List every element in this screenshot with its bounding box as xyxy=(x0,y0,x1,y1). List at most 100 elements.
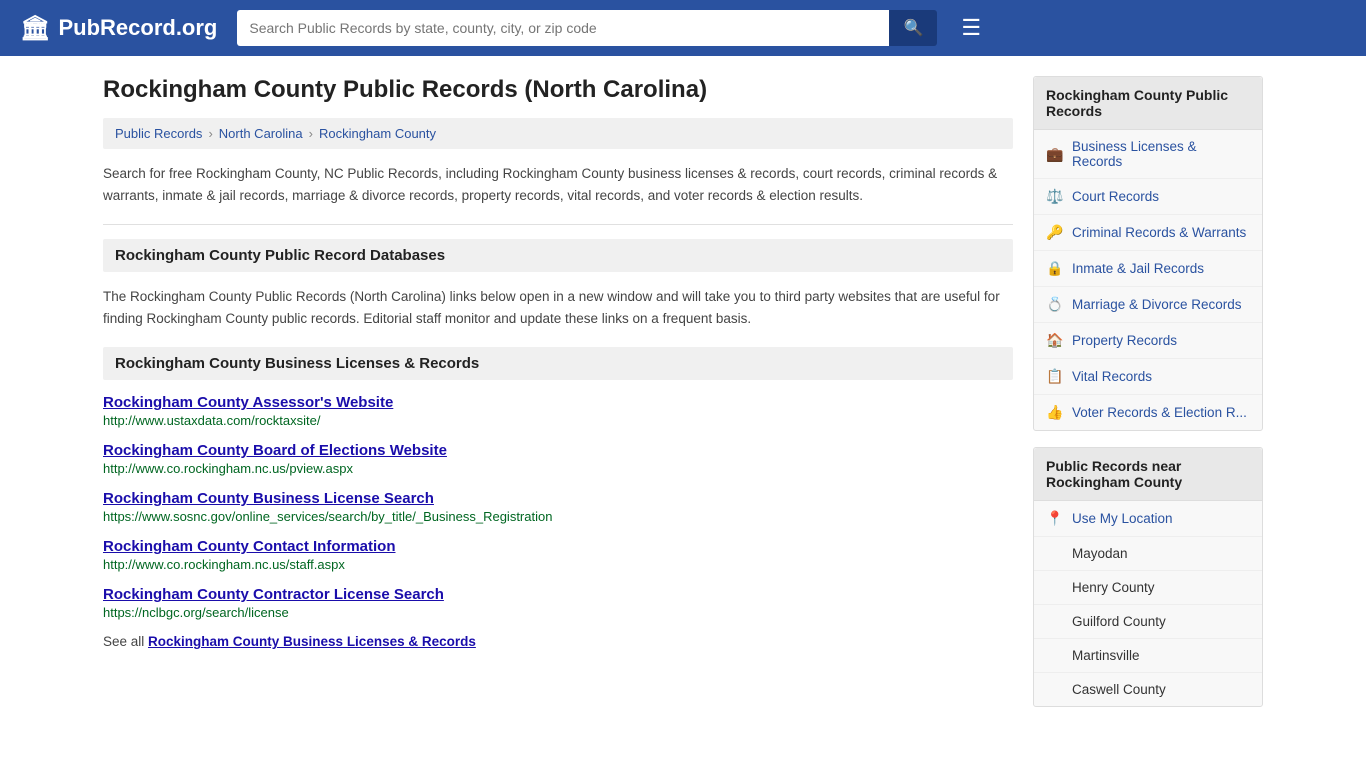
record-link-url-2: https://www.sosnc.gov/online_services/se… xyxy=(103,509,1013,524)
description-text: Search for free Rockingham County, NC Pu… xyxy=(103,163,1013,206)
sidebar-label-nearby-5: Caswell County xyxy=(1072,682,1166,697)
record-link-url-0: http://www.ustaxdata.com/rocktaxsite/ xyxy=(103,413,1013,428)
record-link-title-3[interactable]: Rockingham County Contact Information xyxy=(103,538,396,555)
sidebar-label-county-0: Business Licenses & Records xyxy=(1072,139,1250,169)
sidebar-item-county-3: 🔒 Inmate & Jail Records xyxy=(1034,251,1262,287)
sidebar-label-nearby-3: Guilford County xyxy=(1072,614,1166,629)
record-link-item: Rockingham County Board of Elections Web… xyxy=(103,442,1013,476)
sidebar-item-county-0: 💼 Business Licenses & Records xyxy=(1034,130,1262,179)
record-link-title-1[interactable]: Rockingham County Board of Elections Web… xyxy=(103,442,447,459)
see-all-text: See all Rockingham County Business Licen… xyxy=(103,634,1013,649)
sidebar-label-nearby-2: Henry County xyxy=(1072,580,1155,595)
sidebar-item-county-7: 👍 Voter Records & Election R... xyxy=(1034,395,1262,430)
sidebar-item-nearby-5: Caswell County xyxy=(1034,673,1262,706)
county-section-title: Rockingham County Public Records xyxy=(1034,77,1262,130)
county-records-section: Rockingham County Public Records 💼 Busin… xyxy=(1033,76,1263,431)
sidebar-link-county-4[interactable]: 💍 Marriage & Divorce Records xyxy=(1034,287,1262,322)
sidebar-label-county-6: Vital Records xyxy=(1072,369,1152,384)
search-container: 🔍 xyxy=(237,10,937,46)
sidebar-label-nearby-0: Use My Location xyxy=(1072,511,1173,526)
sidebar-label-county-1: Court Records xyxy=(1072,189,1159,204)
sidebar-icon-county-4: 💍 xyxy=(1046,296,1064,313)
site-header: 🏛 PubRecord.org 🔍 ☰ xyxy=(0,0,1366,56)
sidebar-label-nearby-4: Martinsville xyxy=(1072,648,1140,663)
search-icon: 🔍 xyxy=(903,20,923,37)
content-area: Rockingham County Public Records (North … xyxy=(103,76,1013,723)
sidebar-icon-county-2: 🔑 xyxy=(1046,224,1064,241)
divider-1 xyxy=(103,224,1013,225)
sidebar-item-nearby-3: Guilford County xyxy=(1034,605,1262,639)
record-link-title-2[interactable]: Rockingham County Business License Searc… xyxy=(103,490,434,507)
sidebar-link-nearby-1[interactable]: Mayodan xyxy=(1034,537,1262,570)
record-link-url-1: http://www.co.rockingham.nc.us/pview.asp… xyxy=(103,461,1013,476)
sidebar-link-county-1[interactable]: ⚖️ Court Records xyxy=(1034,179,1262,214)
sidebar-icon-nearby-0: 📍 xyxy=(1046,510,1064,527)
menu-button[interactable]: ☰ xyxy=(961,15,981,41)
record-link-item: Rockingham County Contractor License Sea… xyxy=(103,586,1013,620)
county-items-list: 💼 Business Licenses & Records ⚖️ Court R… xyxy=(1034,130,1262,430)
sidebar-item-nearby-1: Mayodan xyxy=(1034,537,1262,571)
sidebar-link-nearby-2[interactable]: Henry County xyxy=(1034,571,1262,604)
sidebar-item-county-4: 💍 Marriage & Divorce Records xyxy=(1034,287,1262,323)
business-section-header: Rockingham County Business Licenses & Re… xyxy=(103,347,1013,380)
sidebar-item-county-6: 📋 Vital Records xyxy=(1034,359,1262,395)
breadcrumb: Public Records › North Carolina › Rockin… xyxy=(103,118,1013,149)
sidebar-item-nearby-4: Martinsville xyxy=(1034,639,1262,673)
search-button[interactable]: 🔍 xyxy=(889,10,937,46)
breadcrumb-north-carolina[interactable]: North Carolina xyxy=(219,126,303,141)
nearby-section-title: Public Records near Rockingham County xyxy=(1034,448,1262,501)
record-link-title-0[interactable]: Rockingham County Assessor's Website xyxy=(103,394,393,411)
sidebar-link-county-2[interactable]: 🔑 Criminal Records & Warrants xyxy=(1034,215,1262,250)
sidebar-item-county-5: 🏠 Property Records xyxy=(1034,323,1262,359)
sidebar-link-nearby-3[interactable]: Guilford County xyxy=(1034,605,1262,638)
record-link-item: Rockingham County Contact Information ht… xyxy=(103,538,1013,572)
breadcrumb-rockingham-county[interactable]: Rockingham County xyxy=(319,126,436,141)
sidebar-icon-county-0: 💼 xyxy=(1046,146,1064,163)
sidebar-item-nearby-0: 📍 Use My Location xyxy=(1034,501,1262,537)
sidebar-link-county-3[interactable]: 🔒 Inmate & Jail Records xyxy=(1034,251,1262,286)
sidebar-link-county-0[interactable]: 💼 Business Licenses & Records xyxy=(1034,130,1262,178)
search-input[interactable] xyxy=(237,10,889,46)
sidebar-label-county-7: Voter Records & Election R... xyxy=(1072,405,1247,420)
sidebar-link-nearby-0[interactable]: 📍 Use My Location xyxy=(1034,501,1262,536)
sidebar: Rockingham County Public Records 💼 Busin… xyxy=(1033,76,1263,723)
main-wrapper: Rockingham County Public Records (North … xyxy=(83,56,1283,743)
nearby-records-section: Public Records near Rockingham County 📍 … xyxy=(1033,447,1263,707)
see-all-link[interactable]: Rockingham County Business Licenses & Re… xyxy=(148,634,476,649)
site-logo[interactable]: 🏛 PubRecord.org xyxy=(20,14,217,43)
record-link-url-4: https://nclbgc.org/search/license xyxy=(103,605,1013,620)
sidebar-label-nearby-1: Mayodan xyxy=(1072,546,1128,561)
record-links-list: Rockingham County Assessor's Website htt… xyxy=(103,394,1013,620)
sidebar-item-county-2: 🔑 Criminal Records & Warrants xyxy=(1034,215,1262,251)
breadcrumb-public-records[interactable]: Public Records xyxy=(115,126,202,141)
sidebar-label-county-2: Criminal Records & Warrants xyxy=(1072,225,1246,240)
sidebar-link-nearby-4[interactable]: Martinsville xyxy=(1034,639,1262,672)
breadcrumb-sep-2: › xyxy=(309,126,313,141)
logo-icon: 🏛 xyxy=(20,14,50,43)
record-link-item: Rockingham County Business License Searc… xyxy=(103,490,1013,524)
sidebar-item-county-1: ⚖️ Court Records xyxy=(1034,179,1262,215)
sidebar-icon-county-7: 👍 xyxy=(1046,404,1064,421)
sidebar-item-nearby-2: Henry County xyxy=(1034,571,1262,605)
sidebar-icon-county-6: 📋 xyxy=(1046,368,1064,385)
sidebar-link-county-7[interactable]: 👍 Voter Records & Election R... xyxy=(1034,395,1262,430)
sidebar-link-county-5[interactable]: 🏠 Property Records xyxy=(1034,323,1262,358)
record-link-item: Rockingham County Assessor's Website htt… xyxy=(103,394,1013,428)
sidebar-icon-county-1: ⚖️ xyxy=(1046,188,1064,205)
sidebar-link-nearby-5[interactable]: Caswell County xyxy=(1034,673,1262,706)
nearby-items-list: 📍 Use My Location Mayodan Henry County G… xyxy=(1034,501,1262,706)
sidebar-label-county-5: Property Records xyxy=(1072,333,1177,348)
breadcrumb-sep-1: › xyxy=(208,126,212,141)
logo-text: PubRecord.org xyxy=(58,15,217,41)
databases-body-text: The Rockingham County Public Records (No… xyxy=(103,286,1013,329)
sidebar-icon-county-3: 🔒 xyxy=(1046,260,1064,277)
page-title: Rockingham County Public Records (North … xyxy=(103,76,1013,104)
sidebar-icon-county-5: 🏠 xyxy=(1046,332,1064,349)
record-link-title-4[interactable]: Rockingham County Contractor License Sea… xyxy=(103,586,444,603)
databases-section-header: Rockingham County Public Record Database… xyxy=(103,239,1013,272)
record-link-url-3: http://www.co.rockingham.nc.us/staff.asp… xyxy=(103,557,1013,572)
sidebar-label-county-3: Inmate & Jail Records xyxy=(1072,261,1204,276)
hamburger-icon: ☰ xyxy=(961,15,981,40)
sidebar-label-county-4: Marriage & Divorce Records xyxy=(1072,297,1242,312)
sidebar-link-county-6[interactable]: 📋 Vital Records xyxy=(1034,359,1262,394)
